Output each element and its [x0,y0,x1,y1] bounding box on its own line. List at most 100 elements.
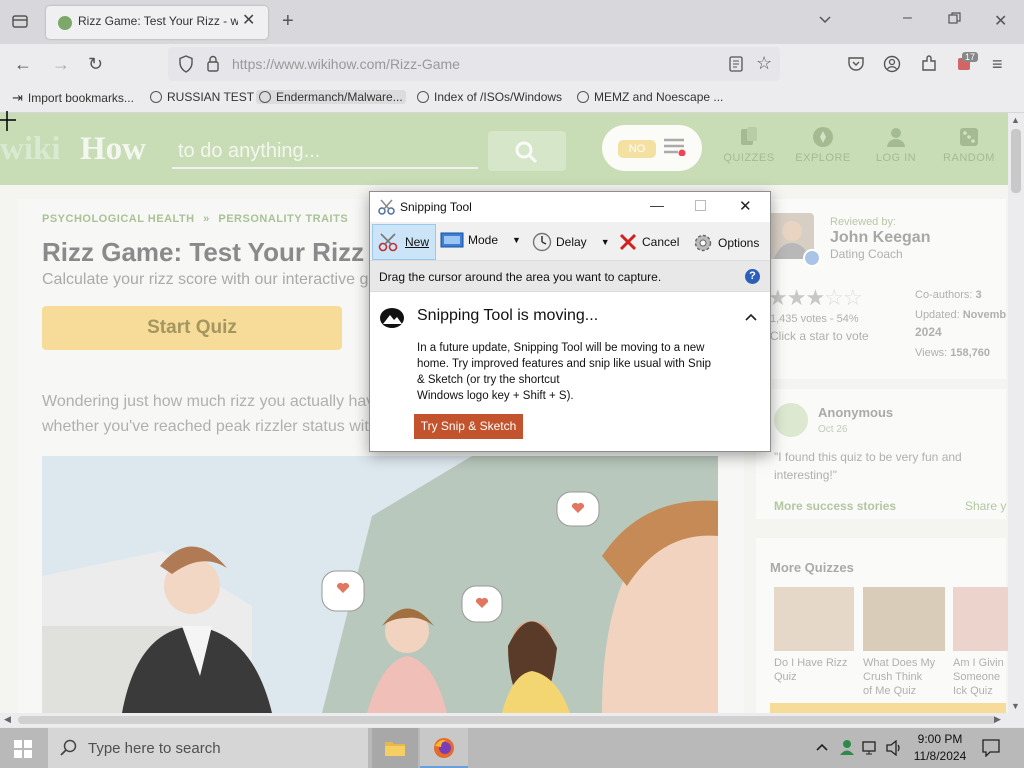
bookmark-russian-test[interactable]: RUSSIAN TEST [150,90,254,104]
taskbar-clock[interactable]: 9:00 PM 11/8/2024 [905,731,975,765]
quiz-link[interactable]: Am I Givin Someone Ick Quiz [953,656,1004,698]
horizontal-scrollbar[interactable]: ◀ ▶ [0,713,1024,727]
scroll-left-icon[interactable]: ◀ [4,714,11,725]
quiz-thumbnail[interactable] [774,587,854,651]
scroll-down-icon[interactable]: ▼ [1011,701,1020,711]
breadcrumb-link[interactable]: PSYCHOLOGICAL HEALTH [42,213,195,225]
bookmark-endermanch[interactable]: Endermanch/Malware... [256,90,406,104]
people-tray-icon[interactable] [838,738,856,761]
quiz-thumbnail[interactable] [953,587,1008,651]
quiz-link[interactable]: Do I Have Rizz Quiz [774,656,847,684]
network-icon[interactable] [862,740,880,761]
collapse-chevron-icon[interactable] [745,309,757,327]
bookmark-index-isos[interactable]: Index of /ISOs/Windows [417,90,562,104]
scroll-up-icon[interactable]: ▲ [1011,115,1020,125]
menu-icon[interactable]: ≡ [992,54,1003,75]
bookmark-star-icon[interactable]: ☆ [756,53,772,74]
logo-wiki[interactable]: wiki [0,131,61,168]
updated-value: Novemb [962,309,1007,321]
shield-icon[interactable] [178,55,194,78]
nav-quizzes[interactable]: QUIZZES [714,125,784,164]
mode-button[interactable]: Mode ▼ [440,232,521,248]
import-icon: ⇥ [12,90,23,105]
hamburger-icon[interactable] [664,138,686,157]
star-icon[interactable]: ☆ [843,285,863,310]
caret-down-icon[interactable]: ▼ [512,235,521,245]
vertical-scrollbar[interactable]: ▲ ▼ [1008,113,1024,713]
mode-toggle[interactable]: NO [618,140,656,158]
nav-explore[interactable]: EXPLORE [788,125,858,164]
restore-icon[interactable] [948,12,961,30]
reader-view-icon[interactable] [729,56,743,77]
views-value: 158,760 [950,347,991,359]
extension-addon-icon[interactable]: 17 [956,52,979,74]
close-window-icon[interactable]: ✕ [994,11,1007,31]
star-icon[interactable]: ★ [787,285,807,310]
more-success-stories-link[interactable]: More success stories [774,499,896,513]
reviewer-name[interactable]: John Keegan [830,229,930,247]
quiz-title-line: Crush Think [863,671,923,683]
nav-random[interactable]: RANDOM [934,125,1004,164]
site-search-placeholder: to do anything... [178,140,321,162]
delay-button[interactable]: Delay ▼ [532,232,610,252]
options-button[interactable]: Options [692,232,759,254]
compass-icon [813,127,833,147]
caret-down-icon[interactable]: ▼ [601,237,610,247]
bookmark-memz[interactable]: MEMZ and Noescape ... [577,90,723,104]
browser-tab[interactable]: Rizz Game: Test Your Rizz - wiki ✕ [46,6,268,39]
bookmark-import[interactable]: ⇥ Import bookmarks... [12,90,134,106]
updated-year: 2024 [915,325,942,339]
new-snip-button[interactable]: New [372,224,437,260]
pocket-icon[interactable] [847,56,865,77]
volume-icon[interactable] [886,739,904,761]
extensions-icon[interactable] [920,55,938,78]
bookmark-label: RUSSIAN TEST [167,90,255,104]
share-link[interactable]: Share y [965,499,1006,513]
maximize-icon[interactable] [695,200,706,211]
star-rating[interactable]: ★★★☆☆ [768,285,863,311]
tab-close-icon[interactable]: ✕ [242,10,255,30]
account-icon[interactable] [883,55,901,78]
chevron-down-icon[interactable] [818,12,832,31]
forward-icon[interactable]: → [52,54,70,75]
snipping-tool-titlebar[interactable]: Snipping Tool — ✕ [370,192,770,222]
quiz-thumbnail[interactable] [863,587,945,651]
scroll-thumb-horizontal[interactable] [18,716,996,724]
story-text-line: interesting!" [774,468,837,482]
url-text[interactable]: https://www.wikihow.com/Rizz-Game [232,56,460,72]
firefox-taskbar-button[interactable] [420,728,468,768]
notification-icon[interactable] [982,739,1000,762]
quiz-title-line: Ick Quiz [953,685,993,697]
article-illustration [42,456,718,713]
windows-start-icon[interactable] [14,740,32,763]
new-label: New [405,235,430,249]
minimize-icon[interactable]: – [903,9,912,27]
site-search-button[interactable] [488,131,566,171]
close-icon[interactable]: ✕ [739,197,752,215]
nav-login[interactable]: LOG IN [861,125,931,164]
tab-list-icon[interactable] [11,12,29,35]
reload-icon[interactable]: ↻ [88,54,103,75]
help-icon[interactable]: ? [745,269,760,284]
try-snip-sketch-button[interactable]: Try Snip & Sketch [414,414,523,439]
tray-chevron-up-icon[interactable] [816,741,828,755]
start-quiz-button[interactable]: Start Quiz [42,306,342,350]
minimize-icon[interactable]: — [650,197,664,213]
breadcrumb-link[interactable]: PERSONALITY TRAITS [218,213,348,225]
cancel-button[interactable]: Cancel [618,232,679,252]
lock-icon[interactable] [206,55,220,77]
wikihow-favicon-icon [58,16,72,30]
new-tab-icon[interactable]: + [282,10,294,33]
google-icon [259,91,271,103]
more-quizzes-title: More Quizzes [770,560,854,575]
folder-icon [385,742,405,756]
file-explorer-taskbar-button[interactable] [372,728,418,768]
quiz-link[interactable]: What Does My Crush Think of Me Quiz [863,656,935,698]
star-icon[interactable]: ★ [805,285,825,310]
scroll-thumb[interactable] [1011,129,1021,193]
back-icon[interactable]: ← [14,54,32,75]
quiz-title-line: Someone [953,671,1001,683]
scroll-right-icon[interactable]: ▶ [994,714,1001,725]
logo-how[interactable]: How [80,131,146,168]
star-icon[interactable]: ☆ [824,285,844,310]
